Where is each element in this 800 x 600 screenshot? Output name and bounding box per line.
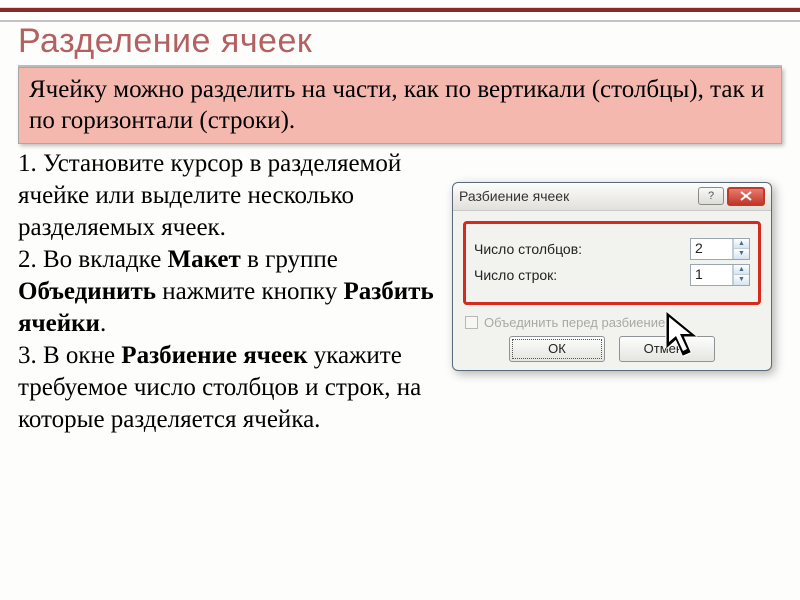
steps-text: 1. Установите курсор в разделяемой ячейк… [18,148,436,436]
rows-down-icon[interactable]: ▼ [733,275,749,285]
dialog-title: Разбиение ячеек [459,188,695,204]
content-row: 1. Установите курсор в разделяемой ячейк… [18,148,782,436]
dialog-column: Разбиение ячеек ? Число столбцов: [452,148,782,436]
rows-up-icon[interactable]: ▲ [733,265,749,275]
dialog-buttons: ОК Отмена [463,336,761,362]
rows-value: 1 [691,265,733,285]
step-1: 1. Установите курсор в разделяемой ячейк… [18,148,436,244]
top-chrome [0,0,800,8]
step2-b2: Объединить [18,278,156,305]
columns-value: 2 [691,239,733,259]
columns-down-icon[interactable]: ▼ [733,249,749,259]
cancel-button[interactable]: Отмена [619,336,715,362]
columns-label: Число столбцов: [474,241,582,257]
merge-checkbox[interactable] [465,316,478,329]
step3-b1: Разбиение ячеек [121,342,307,369]
dialog-titlebar: Разбиение ячеек ? [453,183,771,211]
step-3: 3. В окне Разбиение ячеек укажите требуе… [18,340,436,436]
step2-mid: в группе [241,246,338,273]
ok-button[interactable]: ОК [509,336,605,362]
highlight-box: Ячейку можно разделить на части, как по … [18,67,782,144]
help-icon: ? [708,190,714,202]
step3-pre: 3. В окне [18,342,121,369]
close-button[interactable] [727,187,765,206]
slide-title: Разделение ячеек [0,22,800,65]
step2-pre: 2. Во вкладке [18,246,168,273]
step2-b1: Макет [168,246,241,273]
step2-end: . [100,310,106,337]
merge-checkbox-row[interactable]: Объединить перед разбиением [465,315,761,330]
columns-up-icon[interactable]: ▲ [733,239,749,249]
columns-spinner[interactable]: 2 ▲ ▼ [690,238,750,260]
columns-row: Число столбцов: 2 ▲ ▼ [474,238,750,260]
highlight-frame: Число столбцов: 2 ▲ ▼ Число строк: 1 [463,221,761,305]
help-button[interactable]: ? [698,187,724,205]
split-cells-dialog: Разбиение ячеек ? Число столбцов: [452,182,772,371]
rule-gap [0,12,800,20]
step2-mid2: нажмите кнопку [156,278,343,305]
dialog-body: Число столбцов: 2 ▲ ▼ Число строк: 1 [453,211,771,370]
rows-spinner[interactable]: 1 ▲ ▼ [690,264,750,286]
merge-checkbox-label: Объединить перед разбиением [484,315,674,330]
rows-row: Число строк: 1 ▲ ▼ [474,264,750,286]
close-icon [739,191,753,201]
rows-label: Число строк: [474,267,557,283]
step-2: 2. Во вкладке Макет в группе Объединить … [18,244,436,340]
